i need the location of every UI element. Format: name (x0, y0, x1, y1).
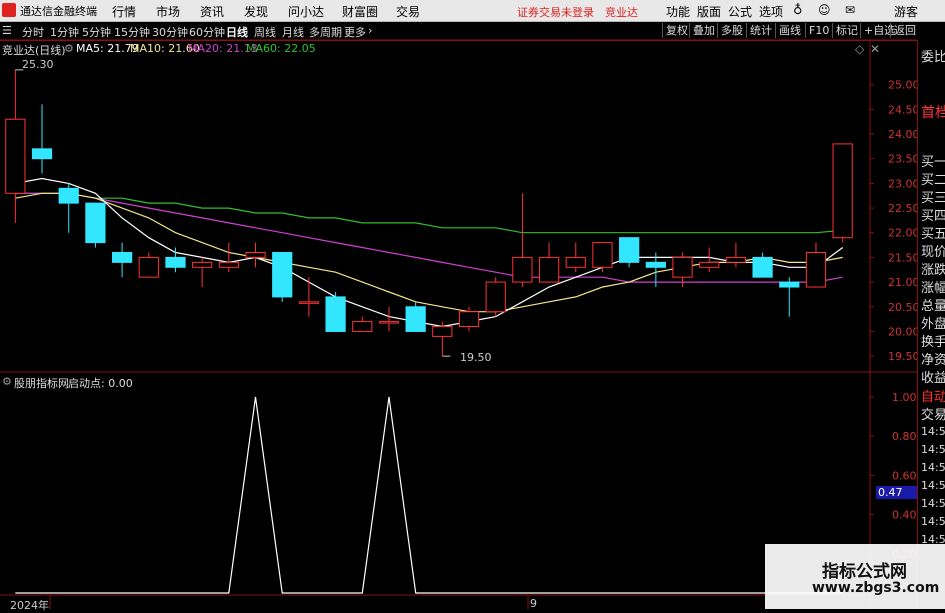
candle-body (165, 256, 186, 268)
price-axis-label: 23.00 (888, 177, 917, 190)
candle-body (485, 281, 506, 313)
candle-body (325, 296, 346, 332)
price-axis-label: 24.00 (888, 128, 917, 141)
candle-body (5, 118, 26, 194)
tick-time: 14:56 (921, 515, 945, 528)
indicator-axis-label: 1.00 (892, 391, 917, 404)
side-row: 外盘 (921, 317, 945, 332)
indicator-name: 股朋指标网 (14, 377, 69, 390)
candle-body (405, 306, 426, 332)
collapse-icon[interactable]: ◇ (855, 42, 864, 56)
ma60-label: MA60: 22.05 (246, 42, 316, 55)
candle-body (378, 321, 400, 324)
indicator-axis-label: 0.80 (892, 430, 917, 443)
side-row: 净资 (921, 353, 945, 368)
indicator-value-label: 0.47 (876, 486, 917, 499)
candle-body (138, 256, 159, 278)
low-price-label: 19.50 (460, 351, 492, 364)
candle-body (58, 187, 79, 204)
candle-body (85, 202, 106, 244)
candle-body (805, 251, 827, 288)
candle-body (592, 242, 613, 268)
side-row: 买五 (921, 227, 945, 242)
tick-time: 14:56 (921, 479, 945, 492)
side-row: 涨跌 (921, 263, 945, 278)
candle-body (725, 256, 747, 263)
candle-body (565, 256, 586, 268)
x-label-year: 2024年 (10, 599, 49, 612)
price-axis-label: 20.00 (888, 325, 917, 338)
high-price-label: 25.30 (22, 58, 54, 71)
side-row: 换手 (921, 335, 945, 350)
price-axis-label: 19.50 (888, 350, 917, 363)
side-row: 收益 (921, 371, 945, 386)
candle-body (752, 256, 773, 278)
candle-body (272, 251, 293, 298)
candle-body (352, 321, 373, 332)
close-panel-icon[interactable]: ✕ (870, 42, 880, 56)
side-row: 涨幅 (921, 281, 945, 296)
side-label: 委比 (921, 50, 945, 65)
candle-body (31, 148, 53, 160)
tick-time: 14:56 (921, 443, 945, 456)
tick-time: 14:56 (921, 497, 945, 510)
indicator-param: 启动点: 0.00 (68, 377, 133, 390)
indicator-axis-label: 0.60 (892, 469, 917, 482)
side-row: 买三 (921, 191, 945, 206)
price-axis-label: 21.50 (888, 251, 917, 264)
watermark-url: www.zbgs3.com (812, 580, 940, 596)
settings-gear-icon[interactable]: ⚙ (64, 42, 74, 55)
candle-body (298, 301, 320, 304)
side-row: 买四 (921, 209, 945, 224)
x-label-month: 9 (530, 597, 537, 610)
candle-body (245, 251, 266, 258)
price-axis-label: 24.50 (888, 103, 917, 116)
candle-body (512, 256, 533, 283)
side-row: 买二 (921, 173, 945, 188)
price-axis-label: 23.50 (888, 153, 917, 166)
ma10-line (15, 192, 843, 313)
stock-name-label: 竞业达(日线) (2, 44, 66, 57)
candle-body (699, 261, 720, 268)
price-axis-label: 25.00 (888, 79, 917, 92)
ma60-line (15, 192, 843, 234)
tick-time: 14:56 (921, 461, 945, 474)
candle-body (619, 237, 640, 263)
price-axis-label: 20.50 (888, 301, 917, 314)
side-tab-auto[interactable]: 自动 (921, 386, 945, 405)
price-axis-label: 22.00 (888, 227, 917, 240)
indicator-axis-label: 0.40 (892, 509, 917, 522)
candle-body (192, 261, 213, 268)
candle-body (645, 261, 666, 268)
candle-body (432, 326, 453, 337)
side-row: 总量 (921, 299, 945, 314)
price-axis-label: 21.00 (888, 276, 917, 289)
candle-body (779, 281, 800, 288)
candle-body (538, 256, 560, 283)
candle-body (111, 251, 133, 263)
kline-chart[interactable]: 19.50 20.00 20.50 21.00 21.50 22.00 22.50 23.00… (0, 0, 917, 609)
tick-time: 14:55 (921, 425, 945, 438)
indicator-line (15, 396, 843, 594)
candle-body (832, 143, 853, 239)
price-axis-label: 22.50 (888, 202, 917, 215)
quote-side-panel: 委比 首档 买一 买二 买三 买四 买五 现价 涨跌 涨幅 总量 外盘 换手 净… (917, 40, 945, 609)
side-buy-title: 首档 (921, 105, 945, 121)
side-tab-trade[interactable]: 交易 (921, 404, 945, 423)
side-row: 买一 (921, 155, 945, 170)
indicator-settings-icon[interactable]: ⚙ (2, 375, 12, 388)
side-row: 现价 (921, 245, 945, 260)
candle-body (458, 311, 480, 328)
candle-body (218, 261, 239, 268)
candle-body (672, 256, 693, 278)
watermark-title: 指标公式网 (822, 562, 907, 582)
